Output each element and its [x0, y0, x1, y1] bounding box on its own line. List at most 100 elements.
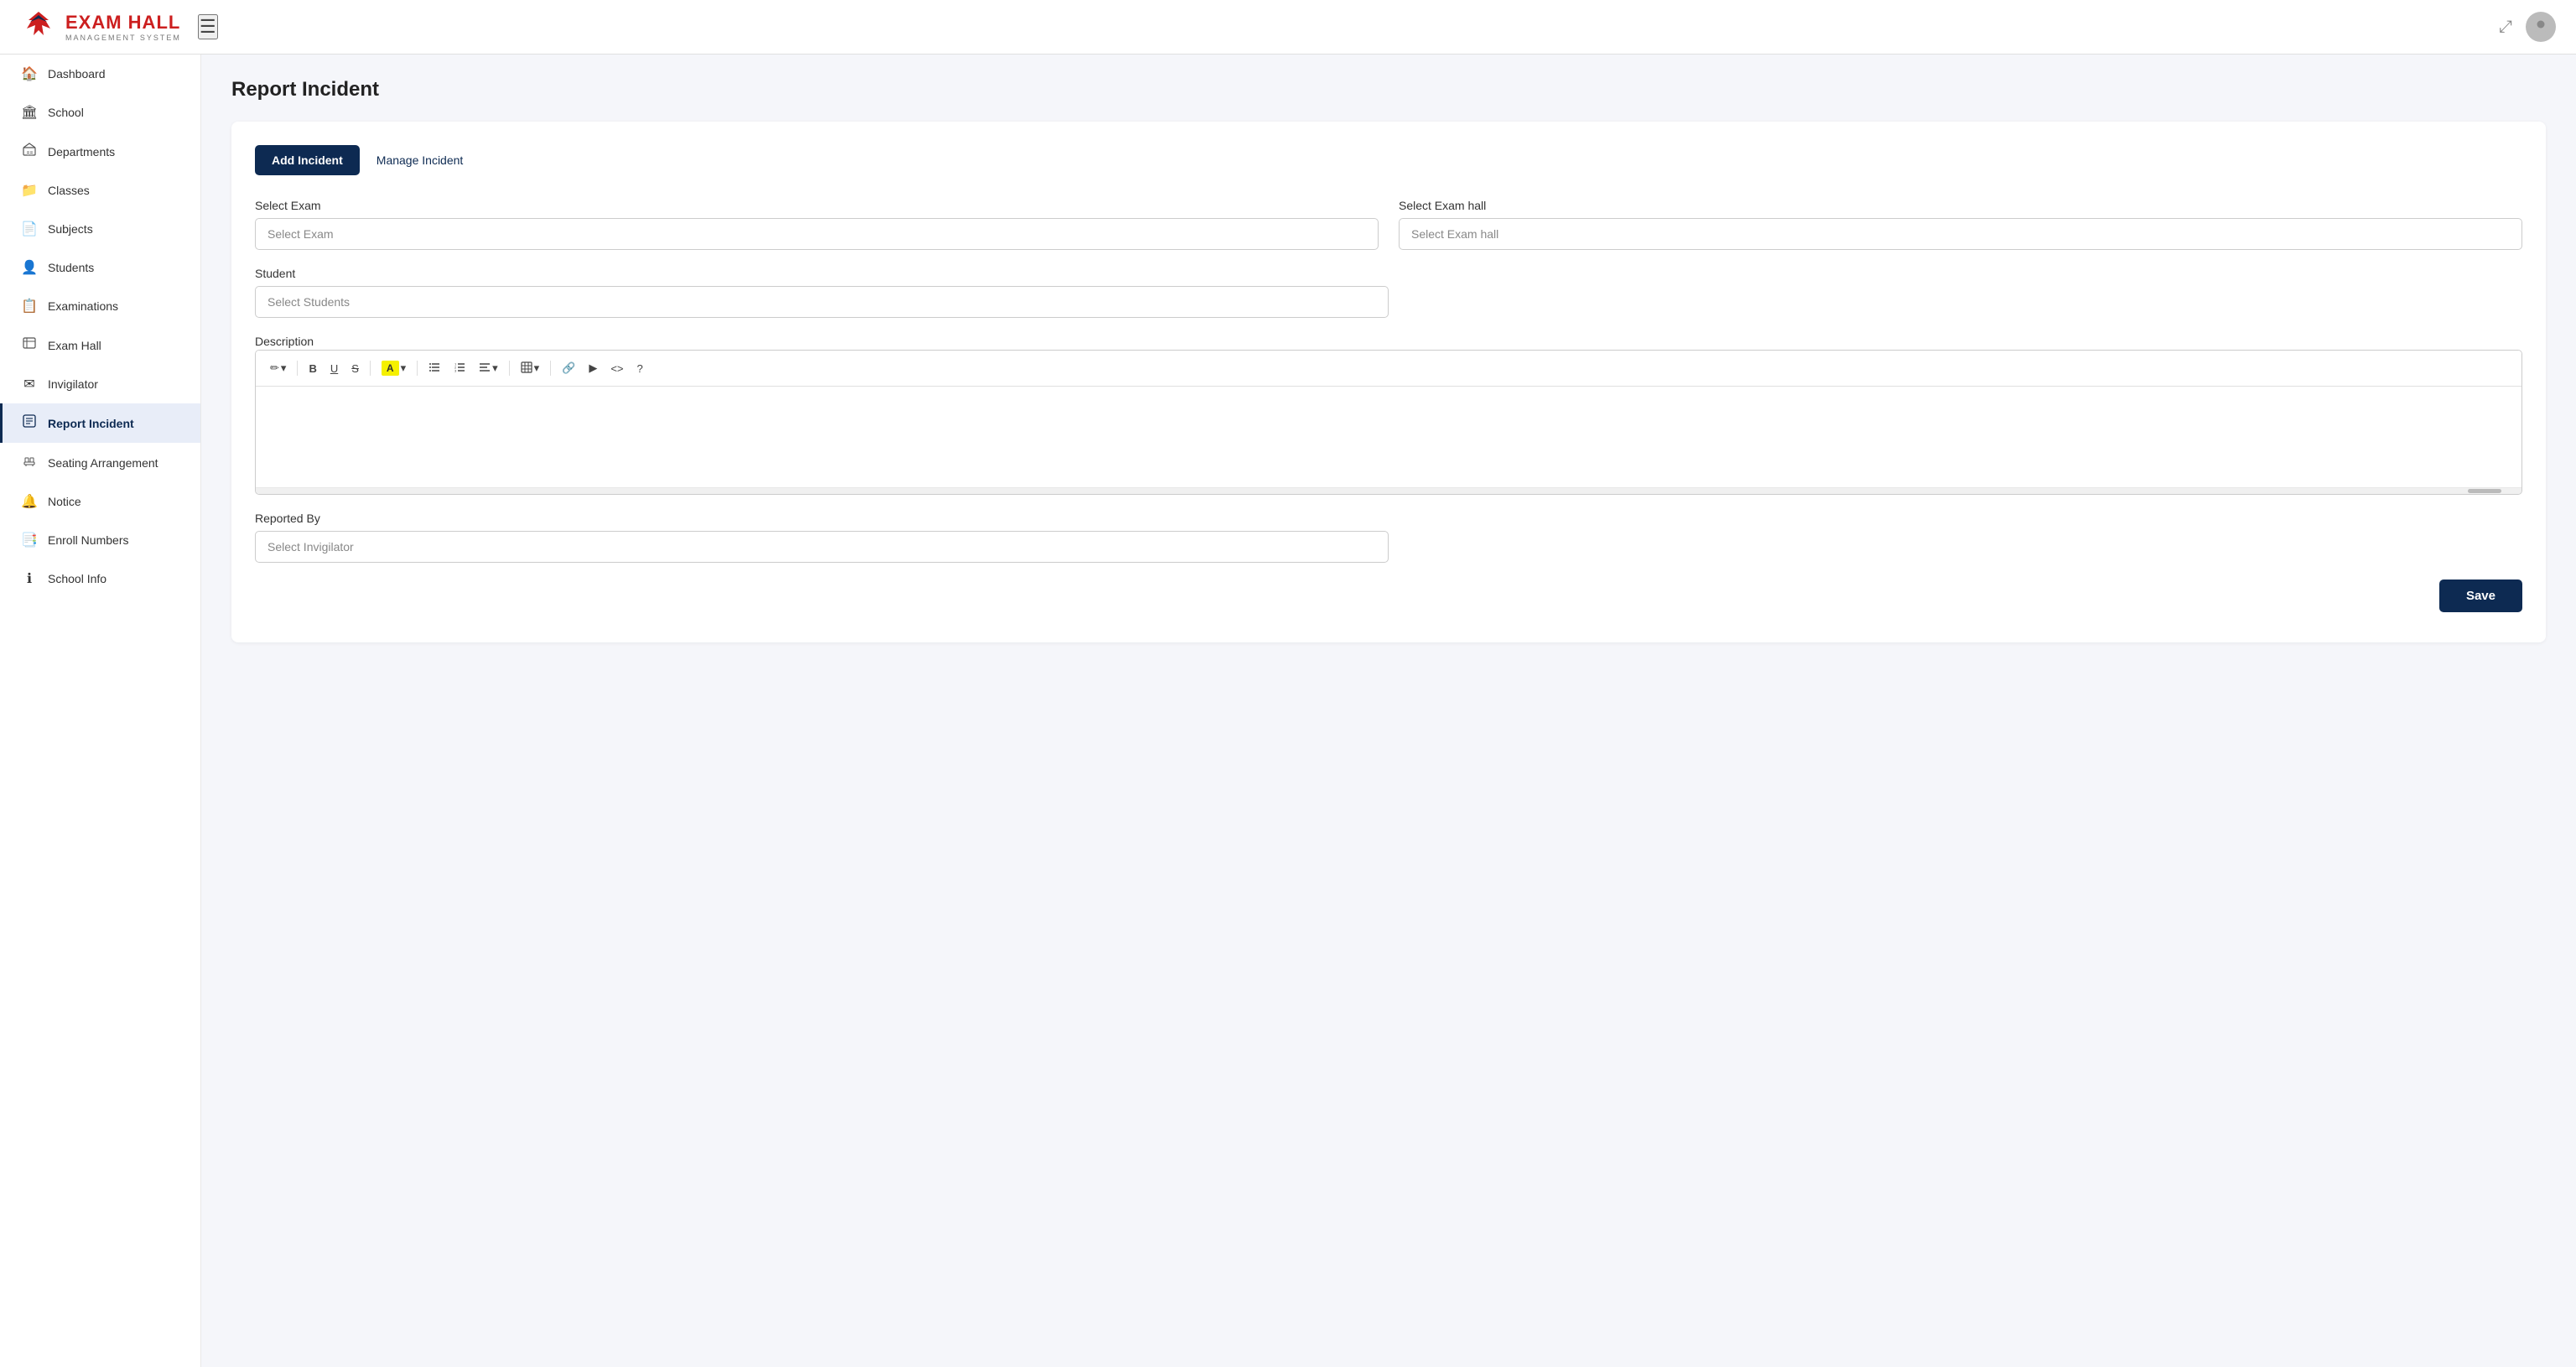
enroll-icon: 📑: [21, 532, 38, 548]
students-icon: 👤: [21, 259, 38, 276]
table-icon: [521, 361, 532, 376]
layout: 🏠 Dashboard 🏛 School Departments 📁 Class…: [0, 55, 2576, 1367]
sidebar-item-dashboard[interactable]: 🏠 Dashboard: [0, 55, 200, 93]
sidebar-item-departments[interactable]: Departments: [0, 132, 200, 171]
move-icon[interactable]: ⤢: [2499, 18, 2512, 37]
select-exam-dropdown[interactable]: Select Exam: [255, 218, 1379, 250]
sidebar-label-invigilator: Invigilator: [48, 377, 98, 391]
sidebar-label-seating: Seating Arrangement: [48, 456, 158, 470]
sidebar-item-classes[interactable]: 📁 Classes: [0, 171, 200, 210]
video-icon: ▶: [589, 361, 597, 375]
toolbar-bold-button[interactable]: B: [303, 359, 322, 378]
toolbar-video-button[interactable]: ▶: [583, 358, 603, 378]
toolbar-format-button[interactable]: ✏ ▾: [264, 358, 292, 378]
logo: EXAM HALL MANAGEMENT SYSTEM: [20, 8, 181, 45]
bold-icon: B: [309, 362, 316, 375]
form-group-student: Student Select Students: [255, 267, 1389, 318]
ul-icon: [428, 361, 440, 376]
student-dropdown[interactable]: Select Students: [255, 286, 1389, 318]
departments-icon: [21, 143, 38, 160]
header: EXAM HALL MANAGEMENT SYSTEM ☰ ⤢: [0, 0, 2576, 55]
toolbar-ul-button[interactable]: [423, 358, 446, 379]
toolbar-code-button[interactable]: <>: [605, 359, 629, 378]
page-title: Report Incident: [231, 78, 2546, 101]
strikethrough-icon: S: [351, 362, 359, 375]
logo-subtitle: MANAGEMENT SYSTEM: [65, 34, 181, 42]
header-right: ⤢: [2499, 12, 2556, 42]
toolbar-align-button[interactable]: ▾: [473, 358, 504, 379]
toolbar-highlight-button[interactable]: A ▾: [376, 357, 412, 379]
logo-title: EXAM HALL: [65, 12, 181, 34]
sidebar-item-report-incident[interactable]: Report Incident: [0, 403, 200, 443]
sidebar-item-school[interactable]: 🏛 School: [0, 93, 200, 132]
toolbar-divider-3: [417, 361, 418, 376]
sidebar-item-invigilator[interactable]: ✉ Invigilator: [0, 365, 200, 403]
table-arrow: ▾: [534, 361, 540, 375]
save-button[interactable]: Save: [2439, 580, 2522, 612]
sidebar-label-classes: Classes: [48, 184, 90, 197]
sidebar-item-examinations[interactable]: 📋 Examinations: [0, 287, 200, 325]
sidebar-item-subjects[interactable]: 📄 Subjects: [0, 210, 200, 248]
form-group-reported-by: Reported By Select Invigilator: [255, 512, 1389, 563]
description-label: Description: [255, 335, 314, 348]
user-icon: [2532, 18, 2550, 36]
logo-icon: [20, 8, 57, 45]
sidebar-label-subjects: Subjects: [48, 222, 93, 236]
tab-manage-incident[interactable]: Manage Incident: [373, 145, 467, 175]
toolbar-divider-4: [509, 361, 510, 376]
sidebar-label-school: School: [48, 106, 84, 119]
reported-by-label: Reported By: [255, 512, 1389, 525]
toolbar-divider-5: [550, 361, 551, 376]
align-arrow: ▾: [492, 361, 498, 375]
sidebar-label-enroll: Enroll Numbers: [48, 533, 128, 547]
toolbar-strikethrough-button[interactable]: S: [345, 359, 365, 378]
sidebar: 🏠 Dashboard 🏛 School Departments 📁 Class…: [0, 55, 201, 1367]
editor-toolbar: ✏ ▾ B U S: [256, 351, 2521, 387]
toolbar-underline-button[interactable]: U: [325, 359, 344, 378]
form-row-student: Student Select Students: [255, 267, 2522, 318]
sidebar-label-report-incident: Report Incident: [48, 417, 134, 430]
underline-icon: U: [330, 362, 338, 375]
sidebar-item-school-info[interactable]: ℹ School Info: [0, 559, 200, 598]
align-icon: [479, 361, 491, 376]
reported-by-dropdown[interactable]: Select Invigilator: [255, 531, 1389, 563]
form-group-select-exam: Select Exam Select Exam: [255, 199, 1379, 250]
toolbar-help-button[interactable]: ?: [631, 359, 649, 378]
avatar[interactable]: [2526, 12, 2556, 42]
save-button-row: Save: [255, 580, 2522, 612]
sidebar-label-notice: Notice: [48, 495, 81, 508]
tabs: Add Incident Manage Incident: [255, 145, 2522, 175]
sidebar-item-notice[interactable]: 🔔 Notice: [0, 482, 200, 521]
classes-icon: 📁: [21, 182, 38, 199]
sidebar-item-exam-hall[interactable]: Exam Hall: [0, 325, 200, 365]
description-editor: ✏ ▾ B U S: [255, 350, 2522, 495]
notice-icon: 🔔: [21, 493, 38, 510]
toolbar-ol-button[interactable]: 123: [448, 358, 471, 379]
sidebar-item-enroll-numbers[interactable]: 📑 Enroll Numbers: [0, 521, 200, 559]
form-row-exam: Select Exam Select Exam Select Exam hall…: [255, 199, 2522, 250]
building-icon: [23, 143, 36, 156]
report-incident-icon: [21, 414, 38, 432]
seating-icon: [21, 454, 38, 471]
toolbar-divider-1: [297, 361, 298, 376]
hamburger-button[interactable]: ☰: [198, 14, 218, 39]
toolbar-divider-2: [370, 361, 371, 376]
select-exam-hall-dropdown[interactable]: Select Exam hall: [1399, 218, 2522, 250]
format-arrow: ▾: [281, 361, 287, 375]
tab-add-incident[interactable]: Add Incident: [255, 145, 360, 175]
report-incident-card: Add Incident Manage Incident Select Exam…: [231, 122, 2546, 642]
sidebar-label-examinations: Examinations: [48, 299, 118, 313]
school-info-icon: ℹ: [21, 570, 38, 587]
toolbar-link-button[interactable]: 🔗: [556, 358, 581, 378]
select-exam-hall-label: Select Exam hall: [1399, 199, 2522, 212]
toolbar-table-button[interactable]: ▾: [515, 358, 546, 379]
student-label: Student: [255, 267, 1389, 280]
svg-text:3: 3: [454, 368, 457, 372]
exam-hall-icon: [21, 336, 38, 354]
link-icon: 🔗: [562, 361, 575, 375]
sidebar-item-seating-arrangement[interactable]: Seating Arrangement: [0, 443, 200, 482]
sidebar-label-exam-hall: Exam Hall: [48, 339, 101, 352]
editor-body[interactable]: [256, 387, 2521, 487]
highlight-icon: A: [382, 361, 399, 376]
sidebar-item-students[interactable]: 👤 Students: [0, 248, 200, 287]
